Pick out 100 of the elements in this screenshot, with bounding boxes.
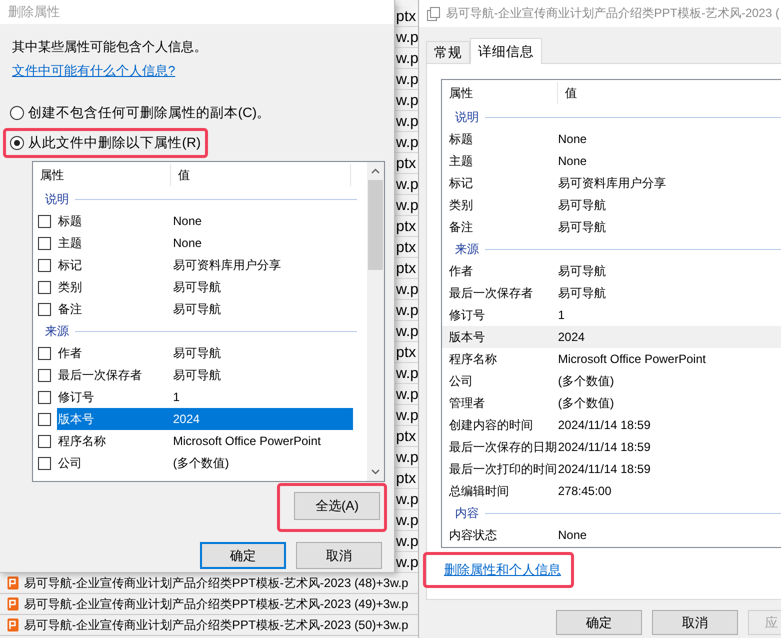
property-name: 修订号 xyxy=(57,388,95,406)
property-row[interactable]: 备注 易可导航 xyxy=(442,216,781,238)
property-row[interactable]: 总编辑时间 278:45:00 xyxy=(442,480,781,502)
property-row[interactable]: 版本号 2024 xyxy=(57,408,353,430)
property-row[interactable]: 类别 易可导航 xyxy=(442,194,781,216)
scrollbar[interactable] xyxy=(367,162,384,481)
checkbox[interactable] xyxy=(38,412,51,426)
dialog-button[interactable]: 确定 xyxy=(200,542,286,569)
property-name: 公司 xyxy=(57,454,83,472)
property-name: 类别 xyxy=(448,196,474,214)
property-name: 版本号 xyxy=(448,328,486,346)
checkbox[interactable] xyxy=(38,390,51,404)
property-name: 最后一次保存者 xyxy=(57,366,143,384)
property-row[interactable]: 创建内容的时间 2024/11/14 18:59 xyxy=(442,414,781,436)
checkbox[interactable] xyxy=(38,236,51,250)
radio-option[interactable]: 从此文件中删除以下属性(R) xyxy=(10,134,201,152)
property-value: 2024/11/14 18:59 xyxy=(558,440,652,454)
property-row[interactable]: 程序名称 Microsoft Office PowerPoint xyxy=(442,348,781,370)
group-heading: 说明 xyxy=(45,190,69,208)
presentation-file-icon xyxy=(7,618,19,632)
scroll-thumb[interactable] xyxy=(368,180,383,270)
property-row[interactable]: 最后一次打印的时间 2024/11/14 18:59 xyxy=(442,458,781,480)
property-row[interactable]: 标记 易可资料库用户分享 xyxy=(442,172,781,194)
tab[interactable]: 常规 xyxy=(426,41,470,63)
property-value: Microsoft Office PowerPoint xyxy=(173,434,322,448)
property-row[interactable]: 类别 易可导航 xyxy=(57,276,353,298)
remove-properties-link[interactable]: 删除属性和个人信息 xyxy=(444,562,561,577)
tab[interactable]: 详细信息 xyxy=(470,38,542,64)
select-all-button[interactable]: 全选(A) xyxy=(294,492,380,520)
property-value: 易可导航 xyxy=(173,366,222,384)
group-heading: 来源 xyxy=(45,322,69,340)
property-value: None xyxy=(558,154,588,168)
property-row[interactable]: 主题 None xyxy=(57,232,353,254)
property-name: 备注 xyxy=(57,300,83,318)
property-value: None xyxy=(558,528,588,542)
property-name: 标记 xyxy=(448,174,474,192)
property-value: 2024/11/14 18:59 xyxy=(558,418,652,432)
property-row[interactable]: 标记 易可资料库用户分享 xyxy=(57,254,353,276)
scroll-down-icon[interactable] xyxy=(371,469,380,475)
checkbox[interactable] xyxy=(38,258,51,272)
property-value: (多个数值) xyxy=(558,394,615,412)
property-row[interactable]: 程序名称 Microsoft Office PowerPoint xyxy=(57,430,353,452)
scroll-up-icon[interactable] xyxy=(371,168,380,174)
property-row[interactable]: 公司 (多个数值) xyxy=(442,370,781,392)
radio-button[interactable] xyxy=(10,136,24,150)
column-header[interactable]: 属性 xyxy=(33,164,171,186)
property-value: 易可导航 xyxy=(558,218,607,236)
dialog-button[interactable]: 确定 xyxy=(556,610,642,635)
property-row[interactable]: 最后一次保存者 易可导航 xyxy=(442,282,781,304)
file-name[interactable]: 易可导航-企业宣传商业计划产品介绍类PPT模板-艺术风-2023 (48)+3w.p xyxy=(24,574,408,592)
checkbox[interactable] xyxy=(38,214,51,228)
property-name: 公司 xyxy=(448,372,474,390)
dialog-button[interactable]: 取消 xyxy=(296,542,382,569)
help-link[interactable]: 文件中可能有什么个人信息? xyxy=(12,62,176,80)
property-value: (多个数值) xyxy=(558,372,615,390)
radio-option[interactable]: 创建不包含任何可删除属性的副本(C)。 xyxy=(10,104,271,122)
property-value: None xyxy=(173,236,203,250)
property-row[interactable]: 备注 易可导航 xyxy=(57,298,353,320)
property-row[interactable]: 作者 易可导航 xyxy=(57,342,353,364)
property-name: 备注 xyxy=(448,218,474,236)
checkbox[interactable] xyxy=(38,434,51,448)
file-name[interactable]: 易可导航-企业宣传商业计划产品介绍类PPT模板-艺术风-2023 (50)+3w.p xyxy=(24,616,408,634)
property-value: None xyxy=(558,132,588,146)
property-row[interactable]: 内容状态 None xyxy=(442,524,781,546)
property-name: 主题 xyxy=(448,152,474,170)
checkbox[interactable] xyxy=(38,280,51,294)
property-name: 修订号 xyxy=(448,306,486,324)
property-value: (多个数值) xyxy=(173,454,230,472)
file-name[interactable]: 易可导航-企业宣传商业计划产品介绍类PPT模板-艺术风-2023 (49)+3w.p xyxy=(24,596,408,612)
property-name: 版本号 xyxy=(57,410,95,428)
property-value: 易可导航 xyxy=(558,196,607,214)
column-header[interactable]: 值 xyxy=(558,82,781,104)
property-row[interactable]: 作者 易可导航 xyxy=(442,260,781,282)
property-row[interactable]: 修订号 1 xyxy=(442,304,781,326)
property-name: 标记 xyxy=(57,256,83,274)
property-name: 创建内容的时间 xyxy=(448,416,534,434)
property-row[interactable]: 公司 (多个数值) xyxy=(57,452,353,474)
documents-icon xyxy=(427,6,440,20)
checkbox[interactable] xyxy=(38,346,51,360)
dialog-button[interactable]: 取消 xyxy=(652,610,738,635)
property-value: Microsoft Office PowerPoint xyxy=(558,352,707,366)
property-name: 程序名称 xyxy=(448,350,498,368)
radio-button[interactable] xyxy=(10,106,24,120)
presentation-file-icon xyxy=(7,576,19,590)
property-row[interactable]: 最后一次保存者 易可导航 xyxy=(57,364,353,386)
group-heading: 内容 xyxy=(455,504,479,522)
property-value: 易可资料库用户分享 xyxy=(558,174,667,192)
property-row[interactable]: 标题 None xyxy=(57,210,353,232)
column-header[interactable]: 属性 xyxy=(442,82,558,104)
property-row[interactable]: 修订号 1 xyxy=(57,386,353,408)
property-name: 标题 xyxy=(57,212,83,230)
column-header[interactable]: 值 xyxy=(171,164,351,186)
checkbox[interactable] xyxy=(38,456,51,470)
checkbox[interactable] xyxy=(38,302,51,316)
property-row[interactable]: 标题 None xyxy=(442,128,781,150)
property-row[interactable]: 版本号 2024 xyxy=(442,326,781,348)
checkbox[interactable] xyxy=(38,368,51,382)
property-row[interactable]: 主题 None xyxy=(442,150,781,172)
property-row[interactable]: 管理者 (多个数值) xyxy=(442,392,781,414)
property-row[interactable]: 最后一次保存的日期 2024/11/14 18:59 xyxy=(442,436,781,458)
